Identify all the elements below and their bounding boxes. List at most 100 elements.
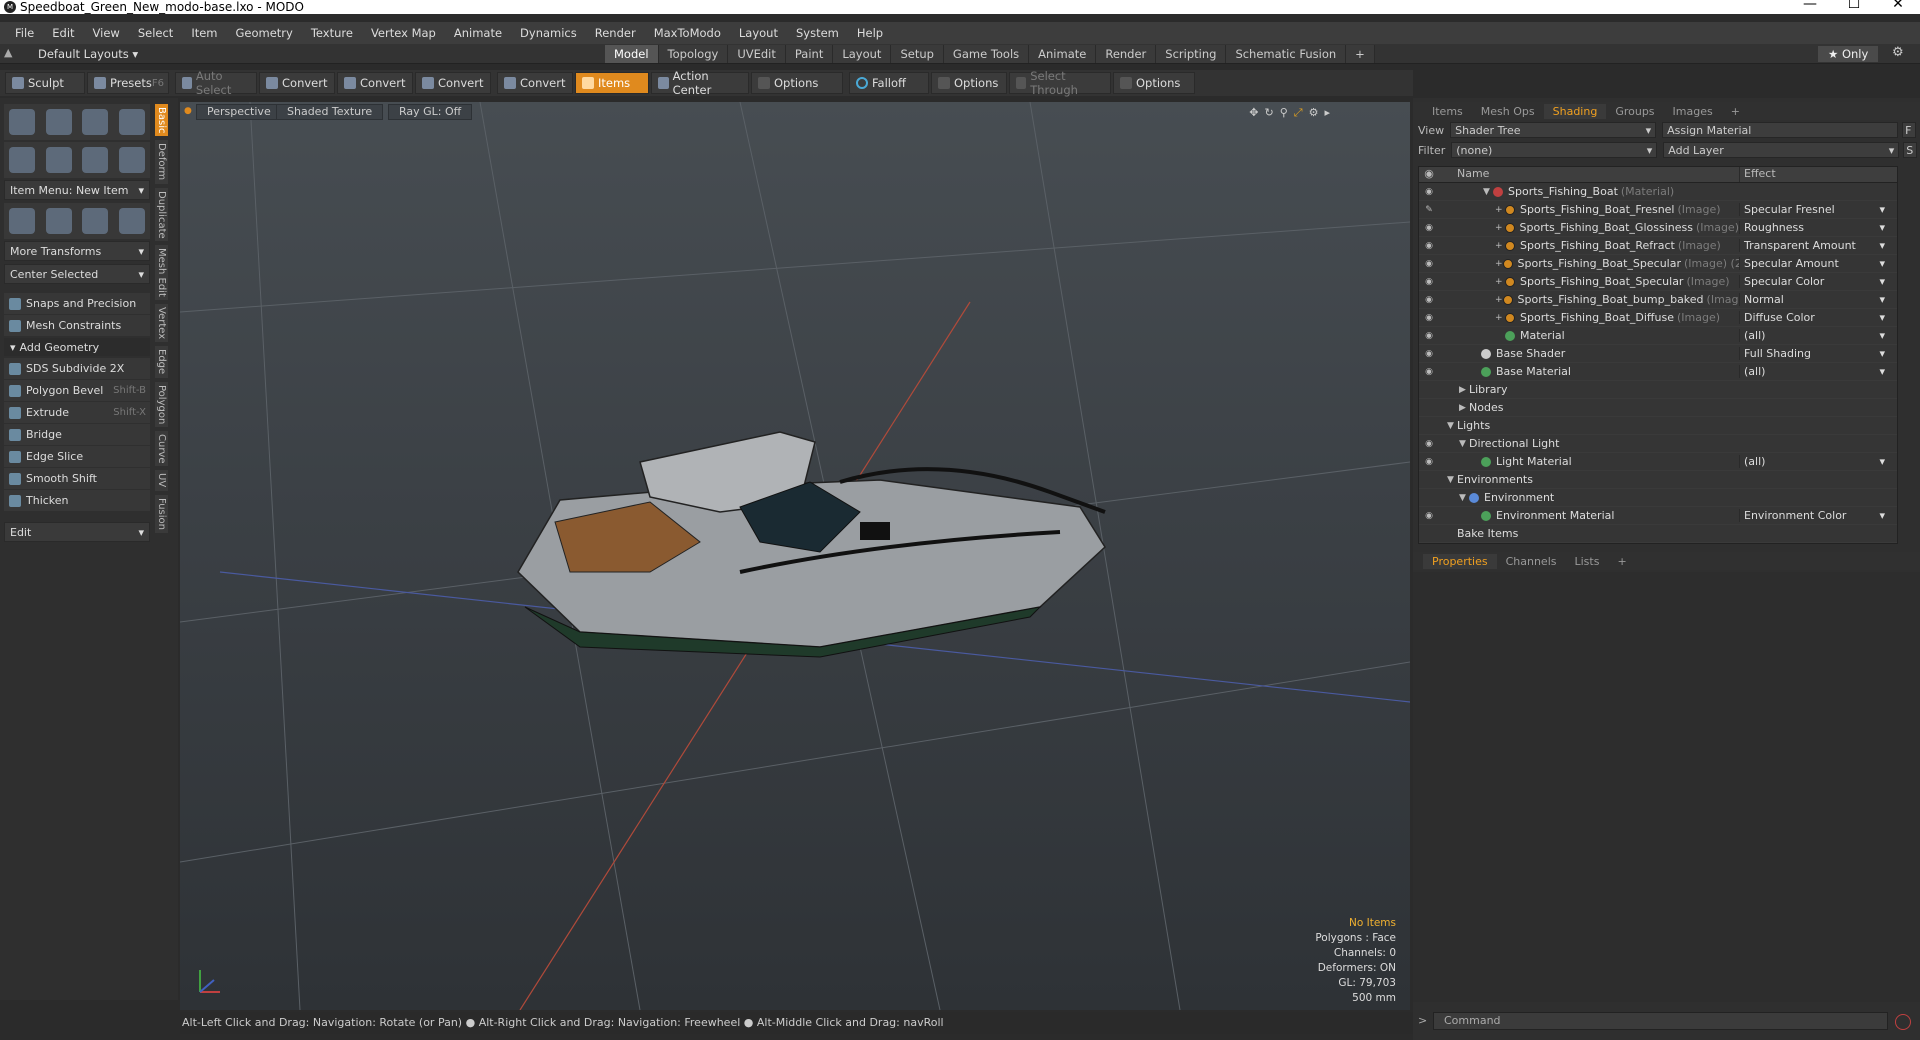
expand-toggle-icon[interactable]: ▶ <box>1459 385 1469 395</box>
tool-edge-slice[interactable]: Edge Slice <box>4 446 150 467</box>
visibility-eye-icon[interactable]: ◉ <box>1419 511 1439 521</box>
shader-tree-row[interactable]: ◉ + Sports_Fishing_Boat_Specular (Image) (2… <box>1419 255 1897 273</box>
shader-tree-row[interactable]: ✎ + Sports_Fishing_Boat_Fresnel (Image) Spec… <box>1419 201 1897 219</box>
cylinder-icon[interactable] <box>82 109 109 135</box>
menu-item-maxtomodo[interactable]: MaxToModo <box>654 26 721 40</box>
vtab-mesh-edit[interactable]: Mesh Edit <box>155 245 168 301</box>
action-center-button[interactable]: Action Center <box>651 69 749 97</box>
sphere-icon[interactable] <box>45 109 72 135</box>
expand-toggle-icon[interactable]: + <box>1495 277 1505 287</box>
shader-tree-row[interactable]: ◉ + Sports_Fishing_Boat_Specular (Image) Spe… <box>1419 273 1897 291</box>
edit-dropdown[interactable]: Edit ▾ <box>4 522 150 542</box>
viewport-menu-icon[interactable]: ● <box>184 106 192 116</box>
menu-item-system[interactable]: System <box>796 26 839 40</box>
visibility-eye-icon[interactable]: ◉ <box>1419 331 1439 341</box>
shader-tree-row[interactable]: ◉ Base Shader Full Shading ▾ <box>1419 345 1897 363</box>
pan-icon[interactable]: ✥ <box>1249 106 1258 120</box>
vtab-duplicate[interactable]: Duplicate <box>155 187 168 242</box>
select-through-button[interactable]: Select Through <box>1009 69 1111 97</box>
visibility-eye-icon[interactable]: ✎ <box>1419 205 1439 215</box>
expand-toggle-icon[interactable]: ▼ <box>1459 439 1469 449</box>
item-menu-dropdown[interactable]: Item Menu: New Item ▾ <box>4 180 150 200</box>
locator-icon[interactable] <box>9 208 36 234</box>
tab-setup[interactable]: Setup <box>891 45 944 63</box>
layer-effect[interactable]: Normal ▾ <box>1739 293 1889 306</box>
shader-tree-row[interactable]: ◉ Material (all) ▾ <box>1419 327 1897 345</box>
shader-tree-row[interactable]: Bake Items <box>1419 525 1897 543</box>
close-icon[interactable]: ✕ <box>1876 0 1920 12</box>
expand-toggle-icon[interactable]: + <box>1495 241 1505 251</box>
tool-sds-subdivide-2x[interactable]: SDS Subdivide 2X <box>4 358 150 379</box>
right-tab-shading[interactable]: Shading <box>1543 103 1607 119</box>
tab-topology[interactable]: Topology <box>658 45 729 63</box>
lower-tab-properties[interactable]: Properties <box>1423 553 1497 569</box>
add-geometry-section[interactable]: ▾ Add Geometry <box>4 338 150 356</box>
globe-icon[interactable] <box>82 208 109 234</box>
layer-effect[interactable]: Specular Fresnel ▾ <box>1739 203 1889 216</box>
tool-extrude[interactable]: Extrude Shift-X <box>4 402 150 423</box>
vtab-curve[interactable]: Curve <box>155 430 168 467</box>
layer-effect[interactable]: (all) ▾ <box>1739 329 1889 342</box>
tool-smooth-shift[interactable]: Smooth Shift <box>4 468 150 489</box>
vtab-basic[interactable]: Basic <box>155 104 168 137</box>
expand-toggle-icon[interactable]: + <box>1495 205 1505 215</box>
presets-button[interactable]: Presets F6 <box>87 72 169 94</box>
convert-button-3[interactable]: Convert <box>415 72 491 94</box>
menu-item-view[interactable]: View <box>93 26 120 40</box>
menu-item-vertex-map[interactable]: Vertex Map <box>371 26 436 40</box>
effect-column-header[interactable]: Effect <box>1739 167 1889 182</box>
tab-uvedit[interactable]: UVEdit <box>728 45 786 63</box>
menu-item-render[interactable]: Render <box>595 26 636 40</box>
snaps-precision-button[interactable]: Snaps and Precision <box>4 293 150 314</box>
tool-thicken[interactable]: Thicken <box>4 490 150 511</box>
tab-scripting[interactable]: Scripting <box>1156 45 1227 63</box>
expand-toggle-icon[interactable]: ▶ <box>1459 403 1469 413</box>
torus-icon[interactable] <box>9 147 36 173</box>
perspective-button[interactable]: Perspective <box>196 104 282 120</box>
layout-up-icon[interactable]: ▲ <box>4 46 12 59</box>
menu-item-texture[interactable]: Texture <box>311 26 353 40</box>
layer-effect[interactable]: Specular Color ▾ <box>1739 275 1889 288</box>
expand-toggle-icon[interactable]: + <box>1495 295 1503 305</box>
shader-tree-row[interactable]: ▼ Lights <box>1419 417 1897 435</box>
vtab-deform[interactable]: Deform <box>155 140 168 184</box>
shader-tree-row[interactable]: ◉ Environment Material Environment Color ▾ <box>1419 507 1897 525</box>
tab-paint[interactable]: Paint <box>785 45 834 63</box>
expand-toggle-icon[interactable]: + <box>1495 313 1505 323</box>
tab-game-tools[interactable]: Game Tools <box>943 45 1030 63</box>
lower-tab-channels[interactable]: Channels <box>1497 554 1566 569</box>
visibility-eye-icon[interactable]: ◉ <box>1419 457 1439 467</box>
filter-select[interactable]: (none) ▾ <box>1451 142 1658 158</box>
convert-button-2[interactable]: Convert <box>337 72 413 94</box>
visibility-eye-icon[interactable]: ◉ <box>1419 349 1439 359</box>
expand-toggle-icon[interactable]: ▼ <box>1447 421 1457 431</box>
right-tab-items[interactable]: Items <box>1423 104 1472 119</box>
capsule-icon[interactable] <box>45 147 72 173</box>
vtab-vertex[interactable]: Vertex <box>155 304 168 343</box>
menu-item-help[interactable]: Help <box>857 26 883 40</box>
layer-effect[interactable]: (all) ▾ <box>1739 455 1889 468</box>
vtab-uv[interactable]: UV <box>155 470 168 491</box>
action-center-options-button[interactable]: Options <box>751 72 843 94</box>
layer-effect[interactable]: Diffuse Color ▾ <box>1739 311 1889 324</box>
shader-tree-row[interactable]: ◉+Sports_Fishing_Boat_bump_baked(Image)N… <box>1419 291 1897 309</box>
expand-toggle-icon[interactable]: ▼ <box>1447 475 1457 485</box>
expand-toggle-icon[interactable]: ▼ <box>1459 493 1469 503</box>
text-tool-icon[interactable] <box>118 147 145 173</box>
vtab-polygon[interactable]: Polygon <box>155 381 168 427</box>
tab-layout[interactable]: Layout <box>833 45 892 63</box>
shader-tree-row[interactable]: ◉ + Sports_Fishing_Boat_Diffuse (Image) Diff… <box>1419 309 1897 327</box>
tool-bridge[interactable]: Bridge <box>4 424 150 445</box>
vtab-fusion[interactable]: Fusion <box>155 494 168 533</box>
shader-tree-row[interactable]: ◉ + Sports_Fishing_Boat_Refract (Image) Tran… <box>1419 237 1897 255</box>
cube-icon[interactable] <box>9 109 36 135</box>
maximize-icon[interactable]: ☐ <box>1832 0 1876 12</box>
more-transforms-dropdown[interactable]: More Transforms ▾ <box>4 241 150 261</box>
grid-icon[interactable] <box>45 208 72 234</box>
visibility-eye-icon[interactable]: ◉ <box>1419 223 1439 233</box>
pyramid-icon[interactable] <box>118 208 145 234</box>
cone-icon[interactable] <box>118 109 145 135</box>
shader-tree-row[interactable]: ▶ Nodes <box>1419 399 1897 417</box>
shading-mode-button[interactable]: Shaded Texture <box>276 104 384 120</box>
shader-tree-row[interactable]: ◉ Light Material (all) ▾ <box>1419 453 1897 471</box>
